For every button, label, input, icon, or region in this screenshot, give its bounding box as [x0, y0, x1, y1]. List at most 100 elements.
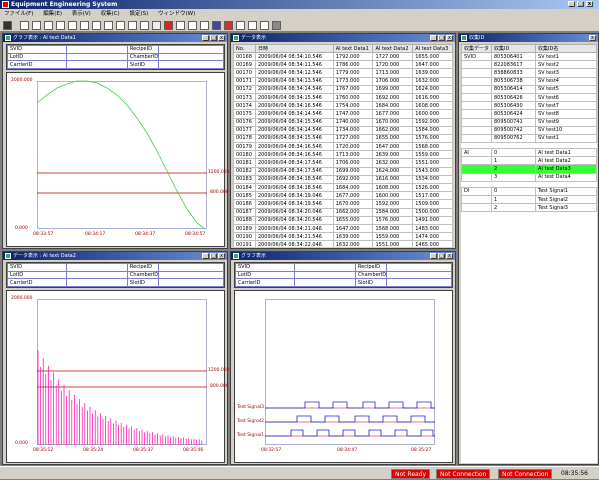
table-row[interactable]: 00181 2009/06/04 08:34:17.546 1706.000 1632…: [233, 158, 453, 168]
toolbar-button-15[interactable]: [188, 21, 197, 30]
table-row[interactable]: 00185 2009/06/04 08:34:19.046 1677.000 1600…: [233, 191, 453, 201]
record-icon[interactable]: [164, 21, 173, 30]
col-header-data3[interactable]: AI text Data3: [412, 44, 453, 53]
list-item[interactable]: 822083617 SV test2: [461, 60, 597, 70]
menu-file[interactable]: ファイル(F): [0, 9, 37, 19]
table-row[interactable]: 00191 2009/06/04 08:34:22.046 1632.000 1551…: [233, 240, 453, 247]
table-row[interactable]: 00179 2009/06/04 08:34:16.546 1720.000 1647…: [233, 142, 453, 152]
list-item[interactable]: 805306424 SV test8: [461, 109, 597, 119]
list-item[interactable]: 838860833 SV test3: [461, 68, 597, 78]
toolbar-button-10[interactable]: [128, 21, 137, 30]
minimize-button[interactable]: _: [430, 35, 437, 41]
app-minimize-button[interactable]: _: [568, 1, 575, 7]
toolbar-button-4[interactable]: [56, 21, 65, 30]
menu-window[interactable]: ウィンドウ(W): [154, 9, 199, 19]
toolbar-button-3[interactable]: [44, 21, 53, 30]
table-row[interactable]: 00168 2009/06/04 08:34:10.546 1792.000 1727…: [233, 51, 453, 62]
table-row[interactable]: 00173 2009/06/04 08:34:15.546 1760.000 1692…: [233, 92, 453, 103]
app-maximize-button[interactable]: □: [577, 1, 584, 7]
toolbar-button-22[interactable]: [272, 21, 281, 30]
maximize-button[interactable]: □: [438, 35, 445, 41]
toolbar-button-21[interactable]: [260, 21, 269, 30]
list-item[interactable]: 805306738 SV test4: [461, 76, 597, 86]
maximize-button[interactable]: □: [210, 253, 217, 259]
save-icon[interactable]: [3, 21, 12, 30]
list-item[interactable]: 3 AI test Data4: [461, 172, 597, 182]
grid-icon[interactable]: [212, 21, 221, 30]
minimize-button[interactable]: _: [202, 35, 209, 41]
toolbar-button-6[interactable]: [80, 21, 89, 30]
group-cell: [461, 125, 492, 135]
toolbar-button-2[interactable]: [32, 21, 41, 30]
toolbar-button-19[interactable]: [236, 21, 245, 30]
list-item[interactable]: 809500742 SV test10: [461, 125, 597, 135]
table-row[interactable]: 00172 2009/06/04 08:34:14.546 1767.000 1699…: [233, 84, 453, 94]
col-header-data1[interactable]: AI text Data1: [332, 44, 374, 53]
table-row[interactable]: 00176 2009/06/04 08:34:15.546 1740.000 1670…: [233, 117, 453, 127]
table-row[interactable]: 00182 2009/06/04 08:34:17.546 1699.000 1624…: [233, 166, 453, 176]
col-header-type[interactable]: 収集データ: [461, 44, 492, 53]
menu-view[interactable]: 表示(V): [68, 9, 95, 19]
toolbar-button-8[interactable]: [104, 21, 113, 30]
table-cell: 00180: [233, 150, 256, 160]
close-button[interactable]: x: [589, 35, 596, 41]
close-button[interactable]: x: [446, 35, 453, 41]
col-header-name[interactable]: 収集ID名: [535, 44, 597, 53]
col-header-data2[interactable]: AI text Data2: [372, 44, 414, 53]
list-item[interactable]: 809500762 SV test1: [461, 133, 597, 144]
table-row[interactable]: 00178 2009/06/04 08:34:15.546 1727.000 1655…: [233, 133, 453, 144]
menu-settings[interactable]: 設定(S): [125, 9, 152, 19]
list-item[interactable]: AI 0 AI test Data1: [461, 148, 597, 158]
close-button[interactable]: x: [218, 253, 225, 259]
close-button[interactable]: x: [446, 253, 453, 259]
col-header-id[interactable]: 収集ID: [491, 44, 536, 53]
table-row[interactable]: 00190 2009/06/04 08:34:21.546 1639.000 1559…: [233, 232, 453, 242]
table-row[interactable]: 00177 2009/06/04 08:34:14.546 1734.000 1662…: [233, 125, 453, 135]
menu-collect[interactable]: 収集(C): [97, 9, 124, 19]
list-item[interactable]: 2 AI test Data3: [461, 164, 597, 174]
table-row[interactable]: 00169 2009/06/04 08:34:11.546 1786.000 1720…: [233, 60, 453, 70]
toolbar-button-9[interactable]: [116, 21, 125, 30]
toolbar-button-16[interactable]: [200, 21, 209, 30]
table-cell: 1720.000: [332, 142, 374, 152]
list-item[interactable]: 1 AI test Data2: [461, 156, 597, 166]
minimize-button[interactable]: _: [202, 253, 209, 259]
table-row[interactable]: 00175 2009/06/04 08:34:14.546 1747.000 1677…: [233, 109, 453, 119]
list-item[interactable]: 1 Test Signal2: [461, 194, 597, 205]
list-item[interactable]: SVID 805306401 SV test1: [461, 51, 597, 62]
col-header-no[interactable]: No.: [233, 44, 256, 53]
maximize-button[interactable]: □: [210, 35, 217, 41]
toolbar-button-14[interactable]: [176, 21, 185, 30]
toolbar-button-11[interactable]: [140, 21, 149, 30]
table-row[interactable]: 00171 2009/06/04 08:34:13.546 1773.000 1706…: [233, 76, 453, 86]
table-row[interactable]: 00170 2009/06/04 08:34:12.546 1779.000 1713…: [233, 68, 453, 78]
list-item[interactable]: 805306426 SV test6: [461, 92, 597, 103]
x-label-4: 08:34:57: [185, 232, 206, 237]
minimize-button[interactable]: _: [430, 253, 437, 259]
toolbar-button-7[interactable]: [92, 21, 101, 30]
maximize-button[interactable]: □: [438, 253, 445, 259]
list-item[interactable]: 805306414 SV test5: [461, 84, 597, 94]
toolbar-button-12[interactable]: [152, 21, 161, 30]
toolbar-button-1[interactable]: [20, 21, 29, 30]
list-item[interactable]: 805306430 SV test7: [461, 101, 597, 111]
list-item[interactable]: 809500741 SV test9: [461, 117, 597, 127]
app-close-button[interactable]: x: [586, 1, 593, 7]
table-row[interactable]: 00174 2009/06/04 08:34:16.546 1754.000 1684…: [233, 101, 453, 111]
table-row[interactable]: 00186 2009/06/04 08:34:19.546 1670.000 1592…: [233, 199, 453, 209]
table-row[interactable]: 00189 2009/06/04 08:34:21.046 1647.000 1568…: [233, 223, 453, 234]
table-row[interactable]: 00187 2009/06/04 08:34:20.046 1662.000 1584…: [233, 207, 453, 217]
close-button[interactable]: x: [218, 35, 225, 41]
window-titlebar: 収集ID x: [459, 34, 598, 42]
chart-icon[interactable]: [224, 21, 233, 30]
table-row[interactable]: 00180 2009/06/04 08:34:16.546 1713.000 1639…: [233, 150, 453, 160]
table-row[interactable]: 00183 2009/06/04 08:34:18.546 1692.000 1616…: [233, 174, 453, 185]
toolbar-button-20[interactable]: [248, 21, 257, 30]
table-row[interactable]: 00184 2009/06/04 08:34:18.546 1684.000 1608…: [233, 182, 453, 193]
list-item[interactable]: 2 Test Signal3: [461, 203, 597, 213]
list-item[interactable]: DI 0 Test Signal1: [461, 186, 597, 197]
col-header-datetime[interactable]: 日時: [254, 44, 334, 53]
toolbar-button-5[interactable]: [68, 21, 77, 30]
menu-edit[interactable]: 編集(E): [39, 9, 66, 19]
table-row[interactable]: 00188 2009/06/04 08:34:20.546 1655.000 1576…: [233, 215, 453, 225]
